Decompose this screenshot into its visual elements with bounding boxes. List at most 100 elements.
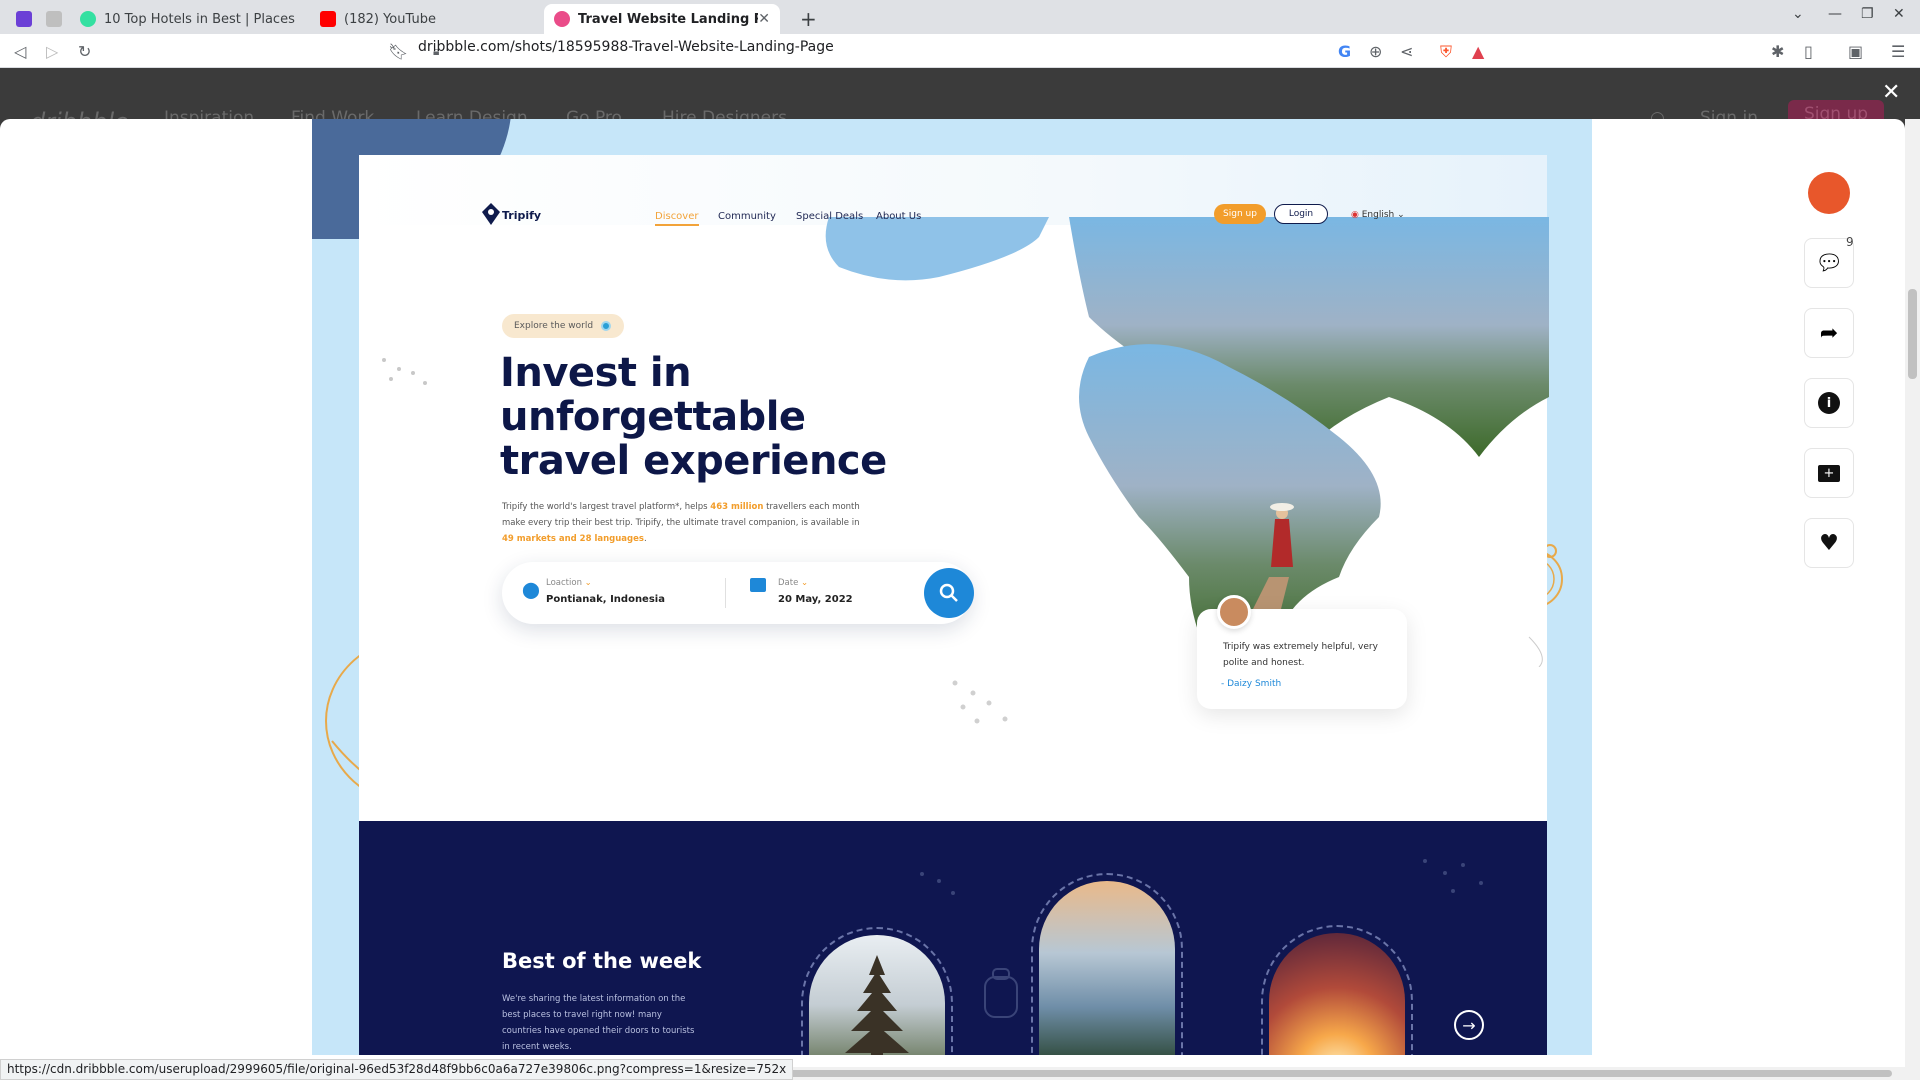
tab-title: (182) YouTube (344, 11, 436, 27)
close-tab-icon[interactable]: ✕ (758, 11, 770, 27)
shot-language-select: ◉ English ⌄ (1351, 210, 1405, 220)
location-label-text: Loaction (546, 578, 582, 588)
share-icon[interactable]: ⋖ (1400, 42, 1413, 61)
explore-chip: Explore the world (502, 314, 624, 338)
date-value: 20 May, 2022 (778, 594, 853, 605)
testimonial-text: Tripify was extremely helpful, very poli… (1223, 642, 1378, 668)
shot-nav-special-deals: Special Deals (796, 211, 864, 222)
tab-title: Travel Website Landing Page | (578, 11, 758, 27)
globe-icon (601, 321, 612, 331)
shot-nav-community: Community (718, 211, 776, 222)
search-icon (939, 583, 958, 602)
decor-dots-icon (920, 872, 955, 895)
comment-count: 9 (1846, 235, 1854, 249)
tripify-logo-icon (482, 203, 500, 225)
like-button[interactable]: ♥ (1804, 518, 1854, 568)
wallet-icon[interactable]: ▣ (1848, 42, 1863, 61)
shot-nav-discover: Discover (655, 211, 699, 226)
browser-toolbar: ◁ ▷ ↻ 🔖︎ 🔒︎ G ⊕ ⋖ ⛨ ▲ ✱ ▯ ▣ ☰ (0, 34, 1920, 68)
browser-tab-pinned-1[interactable] (6, 4, 32, 34)
extensions-icon[interactable]: ✱ (1771, 42, 1784, 61)
paragraph-text: . (643, 534, 647, 544)
bookmark-icon[interactable]: 🔖︎ (388, 42, 408, 61)
forward-icon[interactable]: ▷ (46, 42, 58, 61)
share-button[interactable]: ➦ (1804, 308, 1854, 358)
info-icon: i (1818, 392, 1840, 414)
destination-card-lake (1031, 873, 1183, 1055)
dribbble-icon (554, 11, 570, 27)
tab-search-icon[interactable]: ⌄ (1792, 6, 1804, 22)
headline-line-2: unforgettable (500, 394, 806, 440)
language-label: English (1361, 210, 1395, 220)
paragraph-highlight: 49 markets and 28 languages (502, 534, 644, 544)
calendar-icon (750, 578, 766, 592)
testimonial-card: Tripify was extremely helpful, very poli… (1197, 595, 1407, 709)
decor-dots-icon (952, 680, 1008, 724)
scrollbar-thumb[interactable] (1908, 289, 1917, 379)
flag-icon: ◉ (1351, 210, 1362, 220)
location-label: Loaction ⌄ (546, 578, 592, 588)
hero-search-bar: ⬤ Loaction ⌄ Pontianak, Indonesia Date ⌄… (502, 562, 974, 624)
browser-tab-youtube[interactable]: (182) YouTube (310, 4, 542, 34)
shot-image[interactable]: Tripify Discover Community Special Deals… (312, 119, 1592, 1055)
destination-card-sunset (1261, 925, 1413, 1055)
close-window-icon[interactable]: ✕ (1893, 6, 1905, 22)
chip-label: Explore the world (514, 321, 594, 331)
paragraph-text: Tripify the world's largest travel platf… (502, 502, 711, 512)
youtube-icon (320, 11, 336, 27)
info-button[interactable]: i (1804, 378, 1854, 428)
landing-hero-card: Tripify Discover Community Special Deals… (359, 155, 1549, 821)
avatar (1217, 595, 1251, 629)
browser-tab-hotels[interactable]: 10 Top Hotels in Best | Places to St (70, 4, 306, 34)
brand-name: Tripify (502, 209, 542, 222)
tripadvisor-icon (80, 11, 96, 27)
gear-icon (46, 11, 62, 27)
vertical-scrollbar[interactable] (1905, 119, 1920, 1067)
brave-shield-icon[interactable]: ⛨ (1440, 42, 1452, 62)
backpack-icon (984, 968, 1018, 1018)
status-bar-url: https://cdn.dribbble.com/userupload/2999… (0, 1059, 794, 1080)
date-label-text: Date (778, 578, 799, 588)
minimize-icon[interactable]: — (1828, 6, 1842, 22)
share-arrow-icon: ➦ (1819, 320, 1839, 346)
shot-signup-button: Sign up (1214, 204, 1266, 224)
browser-tab-active[interactable]: Travel Website Landing Page | ✕ (544, 4, 780, 34)
address-bar[interactable]: dribbble.com/shots/18595988-Travel-Websi… (418, 39, 834, 55)
shot-login-button: Login (1274, 204, 1328, 224)
arrow-right-icon: → (1454, 1010, 1484, 1040)
browser-tab-bar: 10 Top Hotels in Best | Places to St (18… (0, 0, 1920, 34)
brave-rewards-icon[interactable]: ▲ (1472, 42, 1484, 61)
menu-icon[interactable]: ☰ (1891, 42, 1905, 61)
headline-line-1: Invest in (500, 350, 692, 396)
comment-icon: 💬︎ (1815, 250, 1843, 276)
paragraph-highlight: 463 million (710, 502, 764, 512)
destination-card-temple (801, 927, 953, 1055)
zoom-icon[interactable]: ⊕ (1369, 42, 1382, 61)
save-to-collection-button[interactable]: + (1804, 448, 1854, 498)
tab-title: 10 Top Hotels in Best | Places to St (104, 11, 296, 27)
best-of-week-text: We're sharing the latest information on … (502, 994, 695, 1052)
decor-dots-icon (1423, 859, 1483, 893)
heart-icon: ♥ (1819, 530, 1839, 556)
location-pin-icon: ⬤ (522, 580, 540, 599)
reload-icon[interactable]: ↻ (78, 42, 91, 61)
scrollbar-thumb[interactable] (762, 1070, 1892, 1077)
google-icon[interactable]: G (1338, 42, 1351, 61)
plus-icon: + (800, 7, 817, 31)
location-value: Pontianak, Indonesia (546, 594, 665, 605)
best-of-week-title: Best of the week (502, 949, 702, 973)
search-button (924, 568, 974, 618)
tab-icon-p (16, 11, 32, 27)
headline-line-3: travel experience (500, 438, 887, 484)
browser-tab-pinned-2[interactable] (36, 4, 66, 34)
shot-nav-about: About Us (876, 211, 922, 222)
temple-image (845, 955, 909, 1055)
testimonial-author: - Daizy Smith (1221, 679, 1282, 689)
decor-dots-icon (382, 358, 427, 385)
close-icon[interactable]: ✕ (1882, 80, 1900, 105)
sidebar-icon[interactable]: ▯ (1804, 42, 1813, 61)
back-icon[interactable]: ◁ (14, 42, 26, 61)
new-tab-button[interactable]: + (790, 4, 827, 34)
designer-avatar[interactable] (1808, 172, 1850, 214)
restore-icon[interactable]: ❐ (1861, 6, 1874, 22)
